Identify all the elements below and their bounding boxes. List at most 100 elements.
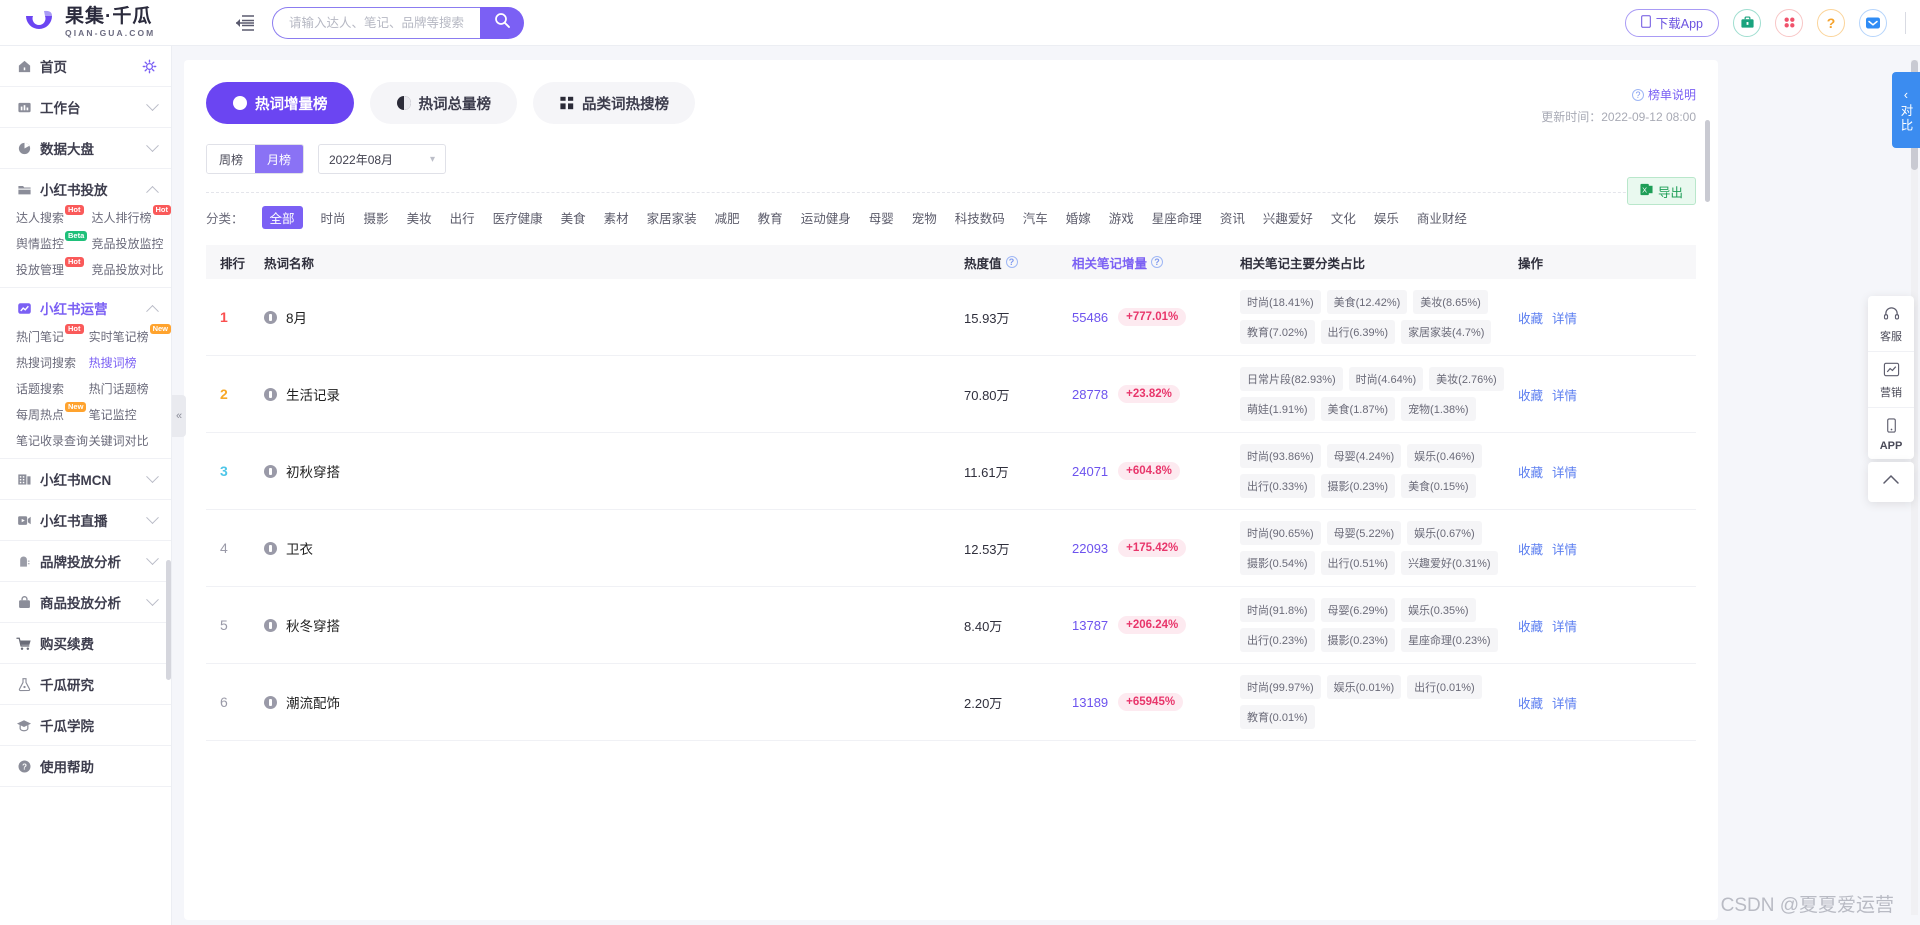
detail-link[interactable]: 详情 — [1552, 462, 1577, 481]
sidebar-item-4[interactable]: 小红书运营 — [0, 288, 171, 328]
increment-value[interactable]: 28778 — [1072, 387, 1108, 402]
detail-link[interactable]: 详情 — [1552, 539, 1577, 558]
category-option-18[interactable]: 星座命理 — [1152, 208, 1202, 227]
export-button[interactable]: X 导出 — [1626, 177, 1696, 205]
sidebar-subitem-3-2[interactable]: 舆情监控 Beta — [16, 231, 91, 252]
category-option-20[interactable]: 兴趣爱好 — [1263, 208, 1313, 227]
category-option-9[interactable]: 减肥 — [715, 208, 740, 227]
detail-link[interactable]: 详情 — [1552, 616, 1577, 635]
sidebar-collapse-handle[interactable]: « — [172, 395, 186, 437]
rail-item-app[interactable]: APP — [1868, 408, 1914, 459]
category-option-10[interactable]: 教育 — [758, 208, 783, 227]
favorite-link[interactable]: 收藏 — [1518, 308, 1543, 327]
category-option-19[interactable]: 资讯 — [1220, 208, 1245, 227]
gear-icon[interactable] — [142, 59, 157, 74]
brand-logo[interactable]: 果集·千瓜 QIAN-GUA.COM — [22, 6, 212, 40]
period-option-1[interactable]: 月榜 — [255, 145, 303, 173]
help-icon-increment[interactable]: ? — [1151, 256, 1164, 268]
category-option-13[interactable]: 宠物 — [912, 208, 937, 227]
search-button[interactable] — [480, 6, 524, 39]
sidebar-item-6[interactable]: 小红书直播 — [0, 500, 171, 540]
column-header-increment[interactable]: 相关笔记增量 ? — [1072, 253, 1240, 272]
sidebar-subitem-4-4[interactable]: 话题搜索 — [16, 380, 89, 397]
table-scrollbar[interactable] — [1705, 120, 1710, 920]
sidebar-item-7[interactable]: 品牌投放分析 — [0, 541, 171, 581]
back-to-top-button[interactable] — [1868, 462, 1914, 502]
favorite-link[interactable]: 收藏 — [1518, 693, 1543, 712]
sidebar-subitem-4-8[interactable]: 笔记收录查询 — [16, 432, 89, 449]
sidebar-subitem-3-5[interactable]: 竞品投放对比 — [91, 261, 171, 278]
sidebar-subitem-3-1[interactable]: 达人排行榜 Hot — [91, 205, 171, 226]
cell-keyword[interactable]: 卫衣 — [264, 538, 964, 558]
sidebar-subitem-4-6[interactable]: 每周热点 New — [16, 402, 89, 423]
category-option-6[interactable]: 美食 — [561, 208, 586, 227]
increment-value[interactable]: 55486 — [1072, 310, 1108, 325]
favorite-link[interactable]: 收藏 — [1518, 616, 1543, 635]
sidebar-subitem-4-5[interactable]: 热门话题榜 — [89, 380, 171, 397]
period-option-0[interactable]: 周榜 — [207, 145, 255, 173]
sidebar-subitem-4-3[interactable]: 热搜词榜 — [89, 354, 171, 371]
sidebar-item-1[interactable]: 工作台 — [0, 87, 171, 127]
tab-0[interactable]: 热词增量榜 — [206, 82, 354, 124]
sidebar-subitem-3-4[interactable]: 投放管理 Hot — [16, 257, 91, 278]
sidebar-subitem-3-0[interactable]: 达人搜索 Hot — [16, 205, 91, 226]
increment-value[interactable]: 24071 — [1072, 464, 1108, 479]
favorite-link[interactable]: 收藏 — [1518, 385, 1543, 404]
sidebar-subitem-4-0[interactable]: 热门笔记 Hot — [16, 324, 89, 345]
month-select[interactable]: 2022年08月 ▾ — [318, 144, 446, 174]
category-option-11[interactable]: 运动健身 — [801, 208, 851, 227]
detail-link[interactable]: 详情 — [1552, 308, 1577, 327]
rail-item-marketing[interactable]: 营销 — [1868, 352, 1914, 408]
category-option-15[interactable]: 汽车 — [1023, 208, 1048, 227]
briefcase-icon[interactable] — [1733, 8, 1761, 37]
sidebar-item-8[interactable]: 商品投放分析 — [0, 582, 171, 622]
category-option-2[interactable]: 摄影 — [364, 208, 389, 227]
menu-collapse-icon[interactable] — [234, 12, 256, 34]
increment-value[interactable]: 13787 — [1072, 618, 1108, 633]
detail-link[interactable]: 详情 — [1552, 693, 1577, 712]
favorite-link[interactable]: 收藏 — [1518, 462, 1543, 481]
sidebar-subitem-4-2[interactable]: 热搜词搜索 — [16, 354, 89, 371]
detail-link[interactable]: 详情 — [1552, 385, 1577, 404]
sidebar-item-0[interactable]: 首页 — [0, 46, 171, 86]
sidebar-item-3[interactable]: 小红书投放 — [0, 169, 171, 209]
category-option-5[interactable]: 医疗健康 — [493, 208, 543, 227]
tab-1[interactable]: 热词总量榜 — [369, 82, 517, 124]
sidebar-subitem-4-9[interactable]: 关键词对比 — [89, 432, 171, 449]
sidebar-item-5[interactable]: 小红书MCN — [0, 459, 171, 499]
category-option-0[interactable]: 全部 — [261, 206, 303, 229]
grid-dots-icon[interactable] — [1775, 8, 1803, 37]
question-icon[interactable]: ? — [1817, 8, 1845, 37]
sidebar-subitem-3-3[interactable]: 竞品投放监控 — [91, 235, 171, 252]
favorite-link[interactable]: 收藏 — [1518, 539, 1543, 558]
increment-value[interactable]: 22093 — [1072, 541, 1108, 556]
category-option-1[interactable]: 时尚 — [321, 208, 346, 227]
increment-value[interactable]: 13189 — [1072, 695, 1108, 710]
category-option-3[interactable]: 美妆 — [407, 208, 432, 227]
category-option-14[interactable]: 科技数码 — [955, 208, 1005, 227]
category-option-16[interactable]: 婚嫁 — [1066, 208, 1091, 227]
sidebar-item-11[interactable]: 千瓜学院 — [0, 705, 171, 745]
search-input[interactable] — [289, 15, 480, 30]
sidebar-item-2[interactable]: 数据大盘 — [0, 128, 171, 168]
category-option-8[interactable]: 家居家装 — [647, 208, 697, 227]
cell-keyword[interactable]: 潮流配饰 — [264, 692, 964, 712]
cell-keyword[interactable]: 秋冬穿搭 — [264, 615, 964, 635]
search-input-wrap[interactable] — [272, 6, 480, 39]
sidebar-subitem-4-1[interactable]: 实时笔记榜 New — [89, 324, 171, 345]
rail-item-service[interactable]: 客服 — [1868, 296, 1914, 352]
category-option-7[interactable]: 素材 — [604, 208, 629, 227]
cell-keyword[interactable]: 8月 — [264, 307, 964, 327]
cell-keyword[interactable]: 初秋穿搭 — [264, 461, 964, 481]
help-icon-heat[interactable]: ? — [1005, 256, 1018, 268]
category-option-12[interactable]: 母婴 — [869, 208, 894, 227]
rank-note-link[interactable]: ? 榜单说明 — [1631, 86, 1696, 103]
category-option-22[interactable]: 娱乐 — [1374, 208, 1399, 227]
category-option-23[interactable]: 商业财经 — [1417, 208, 1467, 227]
compare-drawer-tab[interactable]: ‹ 对比 — [1892, 72, 1920, 148]
cell-keyword[interactable]: 生活记录 — [264, 384, 964, 404]
mail-icon[interactable] — [1859, 8, 1887, 37]
sidebar-item-12[interactable]: ? 使用帮助 — [0, 746, 171, 786]
category-option-4[interactable]: 出行 — [450, 208, 475, 227]
category-option-21[interactable]: 文化 — [1331, 208, 1356, 227]
